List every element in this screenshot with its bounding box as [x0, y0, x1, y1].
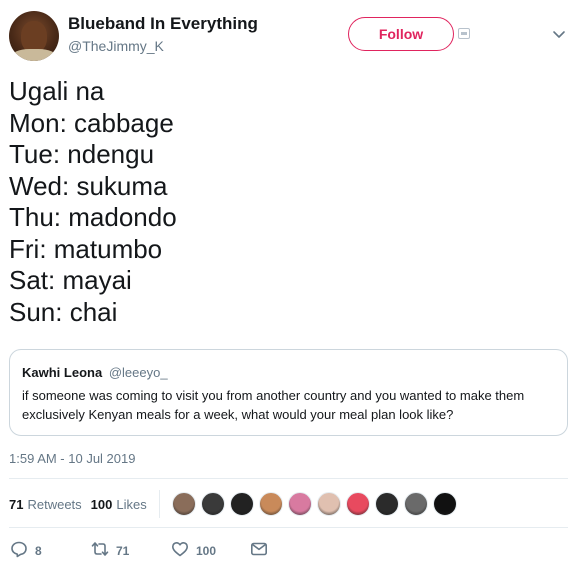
tweet-line: Tue: ndengu [9, 139, 155, 169]
quoted-author-name: Kawhi Leona [22, 365, 103, 380]
tweet-line: Wed: sukuma [9, 170, 168, 201]
quoted-author: Kawhi Leona @leeeyo_ [22, 365, 168, 380]
liker-avatar[interactable] [317, 492, 341, 516]
tweet-timestamp[interactable]: 1:59 AM - 10 Jul 2019 [9, 451, 135, 466]
card-icon [458, 28, 470, 39]
retweet-count: 71 [116, 544, 130, 558]
like-button[interactable]: 100 [170, 538, 216, 564]
reply-count: 8 [35, 544, 42, 558]
tweet-line: Ugali na [9, 76, 105, 106]
likers-avatars [172, 488, 462, 520]
tweet-header: Blueband In Everything @TheJimmy_K Follo… [0, 0, 579, 70]
author-avatar[interactable] [9, 11, 59, 61]
divider-top [9, 478, 568, 479]
tweet-line: Sat: mayai [9, 265, 132, 295]
like-count: 100 [196, 544, 217, 558]
stats-separator [158, 490, 160, 518]
liker-avatar[interactable] [230, 492, 254, 516]
author-name[interactable]: Blueband In Everything [68, 14, 258, 34]
liker-avatar[interactable] [288, 492, 312, 516]
liker-avatar[interactable] [172, 492, 196, 516]
liker-avatar[interactable] [201, 492, 225, 516]
likes-count[interactable]: 100 [91, 497, 113, 512]
retweets-label[interactable]: Retweets [27, 497, 81, 512]
reply-icon [9, 539, 29, 564]
retweets-count[interactable]: 71 [9, 497, 23, 512]
quoted-tweet[interactable]: Kawhi Leona @leeeyo_ if someone was comi… [9, 349, 568, 436]
reply-button[interactable]: 8 [9, 538, 42, 564]
author-handle[interactable]: @TheJimmy_K [68, 38, 164, 54]
liker-avatar[interactable] [433, 492, 457, 516]
avatar-shirt [11, 49, 57, 61]
tweet-actions: 8 71 100 [9, 538, 569, 564]
like-icon [170, 539, 190, 564]
tweet-line: Thu: madondo [9, 202, 177, 232]
direct-message-button[interactable] [249, 538, 269, 564]
liker-avatar[interactable] [259, 492, 283, 516]
tweet-text: Ugali na Mon: cabbage Tue: ndengu Wed: s… [9, 76, 569, 328]
retweet-button[interactable]: 71 [90, 538, 129, 564]
retweet-icon [90, 539, 110, 564]
liker-avatar[interactable] [404, 492, 428, 516]
divider-bottom [9, 527, 568, 528]
quoted-text: if someone was coming to visit you from … [22, 388, 525, 422]
likes-label[interactable]: Likes [116, 497, 146, 512]
quoted-author-handle: @leeeyo_ [108, 365, 168, 380]
tweet-line: Sun: chai [9, 296, 118, 327]
liker-avatar[interactable] [375, 492, 399, 516]
chevron-down-icon[interactable] [551, 26, 567, 42]
liker-avatar[interactable] [346, 492, 370, 516]
tweet-line: Fri: matumbo [9, 233, 163, 264]
engagement-stats: 71 Retweets 100 Likes [9, 490, 173, 518]
tweet-line: Mon: cabbage [9, 107, 174, 138]
message-icon [249, 539, 269, 564]
follow-button[interactable]: Follow [348, 17, 454, 51]
